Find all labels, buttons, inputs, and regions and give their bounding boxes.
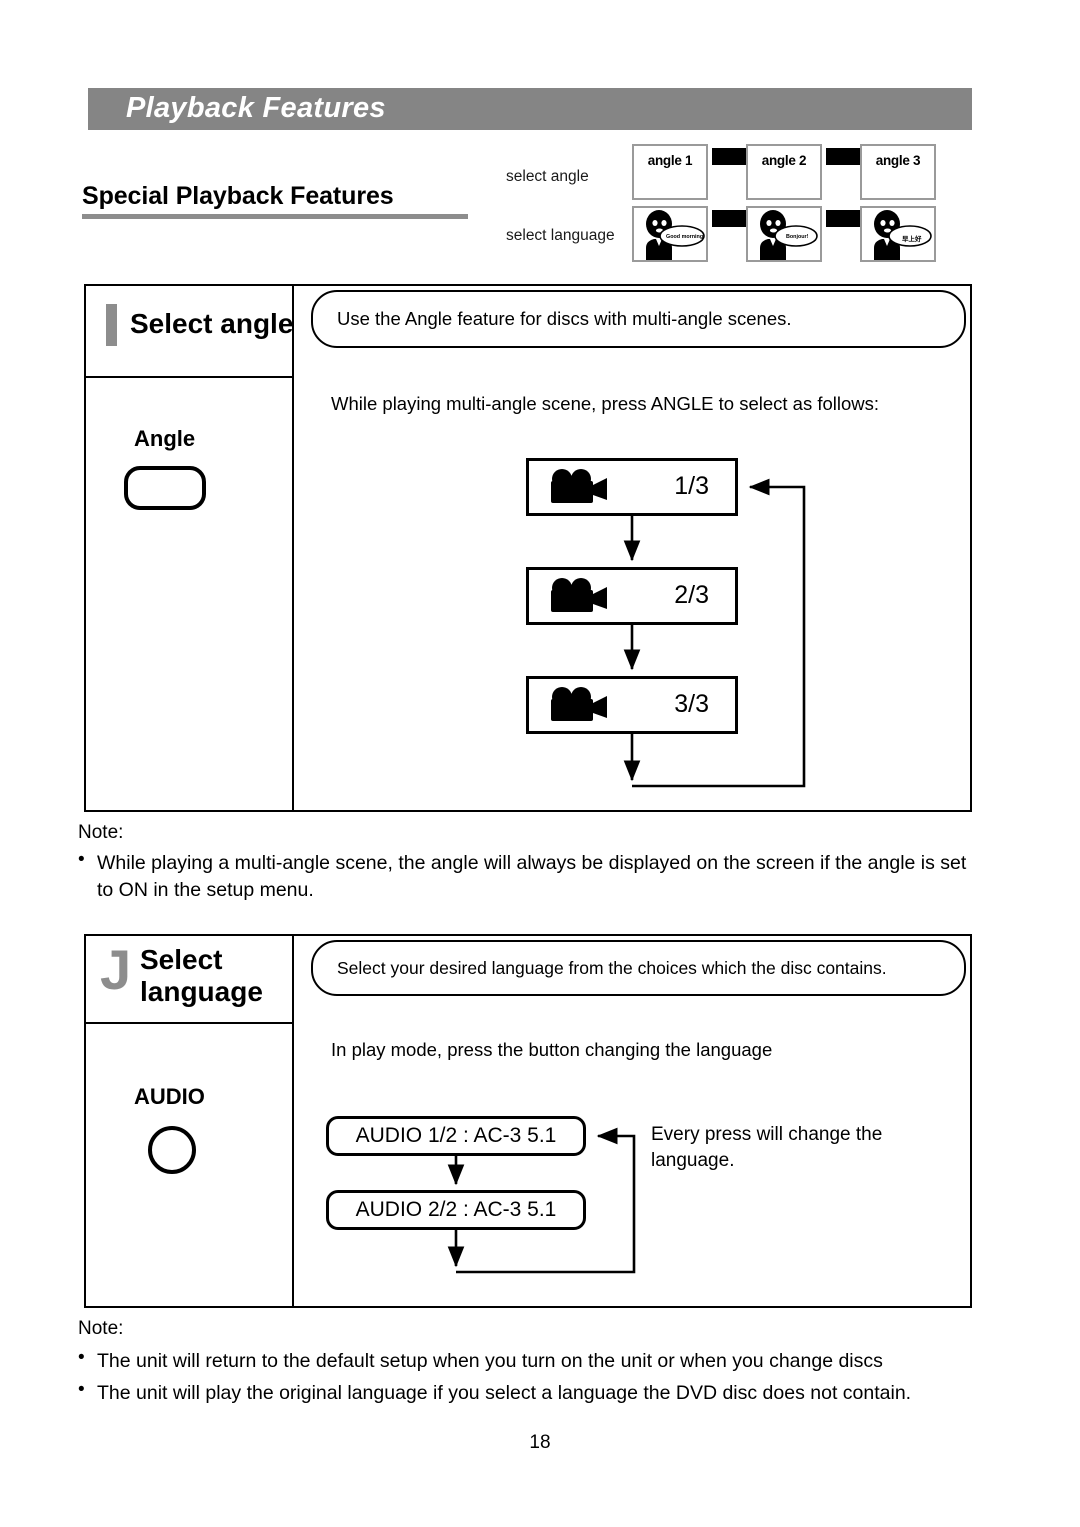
select-angle-callout: Use the Angle feature for discs with mul… — [311, 290, 966, 348]
language-note-item-2: • The unit will play the original langua… — [78, 1379, 1028, 1407]
woman-speaking-icon — [760, 210, 818, 260]
illustration-language-frame-2: Bonjour! — [746, 206, 822, 262]
illustration-separator-block-4 — [826, 210, 860, 227]
illustration-angle-label-3: angle 3 — [875, 153, 921, 168]
illustration-label-select-angle: select angle — [506, 168, 589, 185]
bullet-icon: • — [78, 849, 85, 870]
illustration-language-frame-1: Good morning! — [632, 206, 708, 262]
language-note-item-1: • The unit will return to the default se… — [78, 1347, 1028, 1375]
illustration-label-select-language: select language — [506, 227, 615, 244]
illustration-angle-label-1: angle 1 — [647, 153, 693, 168]
illustration-angle-frame-3: angle 3 — [860, 144, 936, 200]
select-angle-block: Select angle Angle While playing multi-a… — [84, 284, 972, 812]
bullet-icon: • — [78, 1347, 85, 1368]
select-language-callout: Select your desired language from the ch… — [311, 940, 966, 996]
illustration-speech-bubble-2: Bonjour! — [786, 234, 809, 240]
angle-note-item-1: • While playing a multi-angle scene, the… — [78, 849, 978, 904]
angle-flow-arrows — [623, 478, 806, 788]
illustration-separator-block-1 — [712, 148, 746, 165]
language-note-label: Note: — [78, 1318, 124, 1339]
page-number: 18 — [529, 1432, 551, 1453]
angle-language-illustration: select angle select language angle 1 ang… — [506, 142, 976, 264]
illustration-angle-label-2: angle 2 — [761, 153, 807, 168]
illustration-speech-bubble-1: Good morning! — [666, 234, 705, 240]
illustration-separator-block-2 — [826, 148, 860, 165]
language-note-item-2-text: The unit will play the original language… — [97, 1382, 912, 1404]
select-language-callout-text: Select your desired language from the ch… — [337, 957, 887, 978]
angle-note-label: Note: — [78, 822, 124, 843]
illustration-angle-frame-2: angle 2 — [746, 144, 822, 200]
page-header-band: Playback Features — [88, 88, 972, 130]
page-title: Playback Features — [126, 91, 386, 124]
section-heading: Special Playback Features — [82, 182, 394, 210]
illustration-speech-bubble-3: 早上好 — [902, 236, 922, 243]
illustration-angle-frame-1: angle 1 — [632, 144, 708, 200]
angle-note-item-1-text: While playing a multi-angle scene, the a… — [97, 852, 967, 901]
section-heading-rule — [82, 214, 468, 219]
select-angle-callout-text: Use the Angle feature for discs with mul… — [337, 308, 792, 329]
illustration-separator-block-3 — [712, 210, 746, 227]
illustration-language-frame-3: 早上好 — [860, 206, 936, 262]
language-note-item-1-text: The unit will return to the default setu… — [97, 1350, 883, 1372]
audio-side-note: Every press will change the language. — [651, 1124, 883, 1171]
woman-speaking-icon — [874, 210, 932, 260]
bullet-icon: • — [78, 1379, 85, 1400]
